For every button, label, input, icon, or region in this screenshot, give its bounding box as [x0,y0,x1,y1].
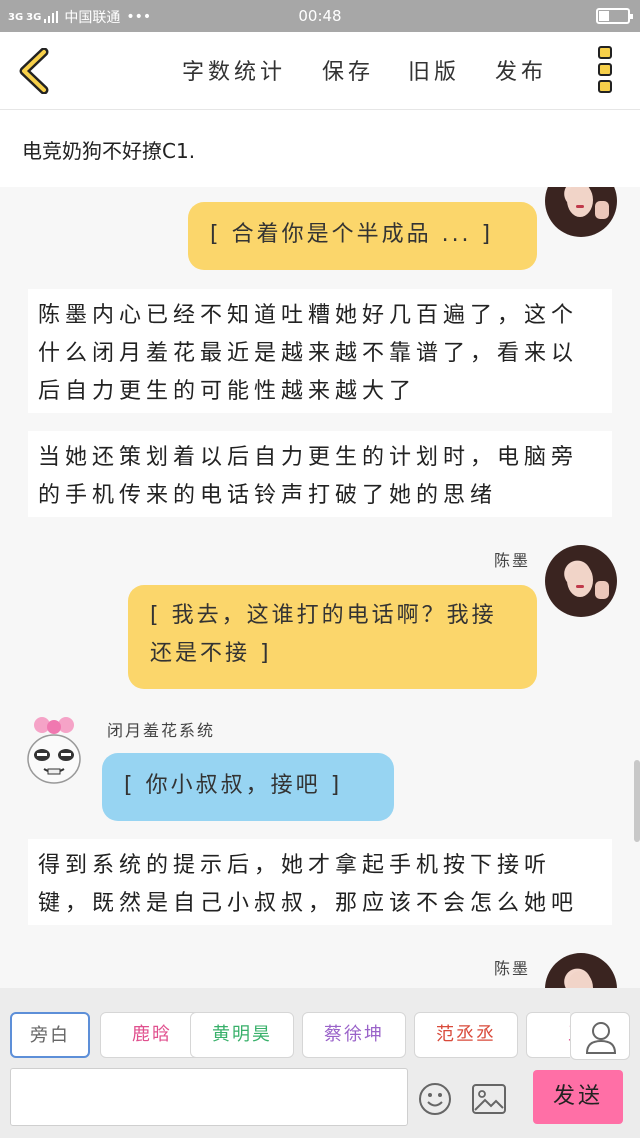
avatar-lip [576,585,584,588]
character-chip-label: 鹿晗 [132,1024,172,1045]
narration-block[interactable]: 得到系统的提示后，她才拿起手机按下接听键，既然是自己小叔叔，那应该不会怎么她吧 [28,839,612,925]
publish-button[interactable]: 发布 [495,54,547,86]
character-selector: 旁白 鹿晗 黄明昊 蔡徐坤 范丞丞 王 [10,1012,570,1060]
image-icon [472,1084,506,1114]
menu-button[interactable] [598,46,614,96]
story-title[interactable]: 电竞奶狗不好撩C1. [22,135,195,164]
character-chip-narrator[interactable]: 旁白 [10,1012,90,1058]
message-input[interactable] [10,1068,408,1126]
battery-level [599,11,609,21]
chat-content[interactable]: [ 合着你是个半成品 ... ] 陈墨内心已经不知道吐糟她好几百遍了，这个什么闭… [0,187,640,988]
character-chip-label: 范丞丞 [436,1024,496,1045]
menu-dot [598,46,612,59]
character-chip[interactable]: 王 [526,1012,570,1058]
old-version-button[interactable]: 旧版 [408,54,460,86]
character-chip[interactable]: 鹿晗 [100,1012,204,1058]
menu-dot [598,80,612,93]
editor-toolbar: 字数统计 保存 旧版 发布 [0,32,640,110]
avatar-face [567,187,593,217]
word-count-button[interactable]: 字数统计 [182,54,286,86]
avatar-hand [595,201,609,219]
avatar-hand [595,581,609,599]
speaker-name: 陈墨 [494,551,531,570]
message-bubble-chenmo[interactable]: [ 合着你是个半成品 ... ] [188,202,537,270]
composer-panel: 旁白 鹿晗 黄明昊 蔡徐坤 范丞丞 王 发送 [0,988,640,1138]
battery-icon [596,8,633,24]
speaker-name: 闭月羞花系统 [107,721,216,740]
save-button[interactable]: 保存 [322,54,374,86]
user-icon [585,1022,617,1054]
avatar-chenmo[interactable] [545,953,617,988]
avatar-lip [576,205,584,208]
add-character-button[interactable] [570,1012,630,1060]
message-bubble-system[interactable]: [ 你小叔叔，接吧 ] [102,753,394,821]
speaker-name: 陈墨 [494,959,531,978]
avatar-chenmo[interactable] [545,545,617,617]
smiley-icon [419,1083,451,1115]
image-button[interactable] [472,1084,506,1114]
character-chip[interactable]: 范丞丞 [414,1012,518,1058]
character-chip[interactable]: 黄明昊 [190,1012,294,1058]
back-button[interactable] [16,47,56,95]
menu-dot [598,63,612,76]
character-chip-label: 蔡徐坤 [324,1024,384,1045]
chevron-left-icon [19,47,49,95]
narration-block[interactable]: 当她还策划着以后自力更生的计划时，电脑旁的手机传来的电话铃声打破了她的思绪 [28,431,612,517]
scrollbar-thumb[interactable] [634,760,640,842]
status-bar: 3G 3G 中国联通 ••• 00:48 [0,0,640,32]
story-title-bar: 电竞奶狗不好撩C1. [0,111,640,187]
panda-face-icon [27,717,81,784]
avatar-face [567,971,593,988]
avatar-chenmo[interactable] [545,187,617,237]
narration-block[interactable]: 陈墨内心已经不知道吐糟她好几百遍了，这个什么闭月羞花最近是越来越不靠谱了，看来以… [28,289,612,413]
character-chip[interactable]: 蔡徐坤 [302,1012,406,1058]
clock: 00:48 [298,7,342,25]
character-chip-label: 黄明昊 [212,1024,272,1045]
emoji-button[interactable] [418,1082,452,1116]
avatar-face [567,563,593,597]
character-chip-label: 旁白 [30,1025,70,1046]
send-button[interactable]: 发送 [533,1070,623,1124]
message-bubble-chenmo[interactable]: [ 我去，这谁打的电话啊？我接还是不接 ] [128,585,537,689]
avatar-system[interactable] [22,715,86,785]
